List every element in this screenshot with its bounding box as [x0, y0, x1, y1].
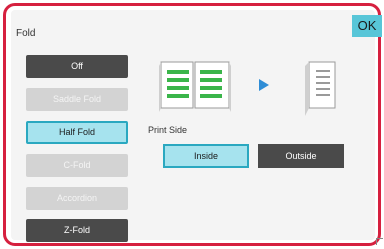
arrow-right-icon [259, 79, 269, 91]
resize-corner [376, 238, 383, 245]
fold-accordion-button[interactable]: Accordion [26, 187, 128, 210]
fold-half-button[interactable]: Half Fold [26, 121, 128, 144]
open-book-icon [159, 61, 231, 112]
print-side-label: Print Side [148, 125, 188, 135]
fold-illustration [159, 58, 359, 123]
fold-panel: Fold Off Saddle Fold Half Fold C-Fold Ac… [11, 10, 375, 242]
fold-c-button[interactable]: C-Fold [26, 154, 128, 177]
print-side-outside-button[interactable]: Outside [258, 144, 344, 168]
fold-z-button[interactable]: Z-Fold [26, 219, 128, 242]
fold-off-button[interactable]: Off [26, 55, 128, 78]
print-side-inside-button[interactable]: Inside [163, 144, 249, 168]
fold-saddle-button[interactable]: Saddle Fold [26, 88, 128, 111]
ok-button[interactable]: OK [352, 15, 382, 37]
page-title: Fold [16, 28, 36, 39]
dialog-frame: Fold Off Saddle Fold Half Fold C-Fold Ac… [3, 3, 381, 246]
folded-page-icon [305, 61, 336, 116]
